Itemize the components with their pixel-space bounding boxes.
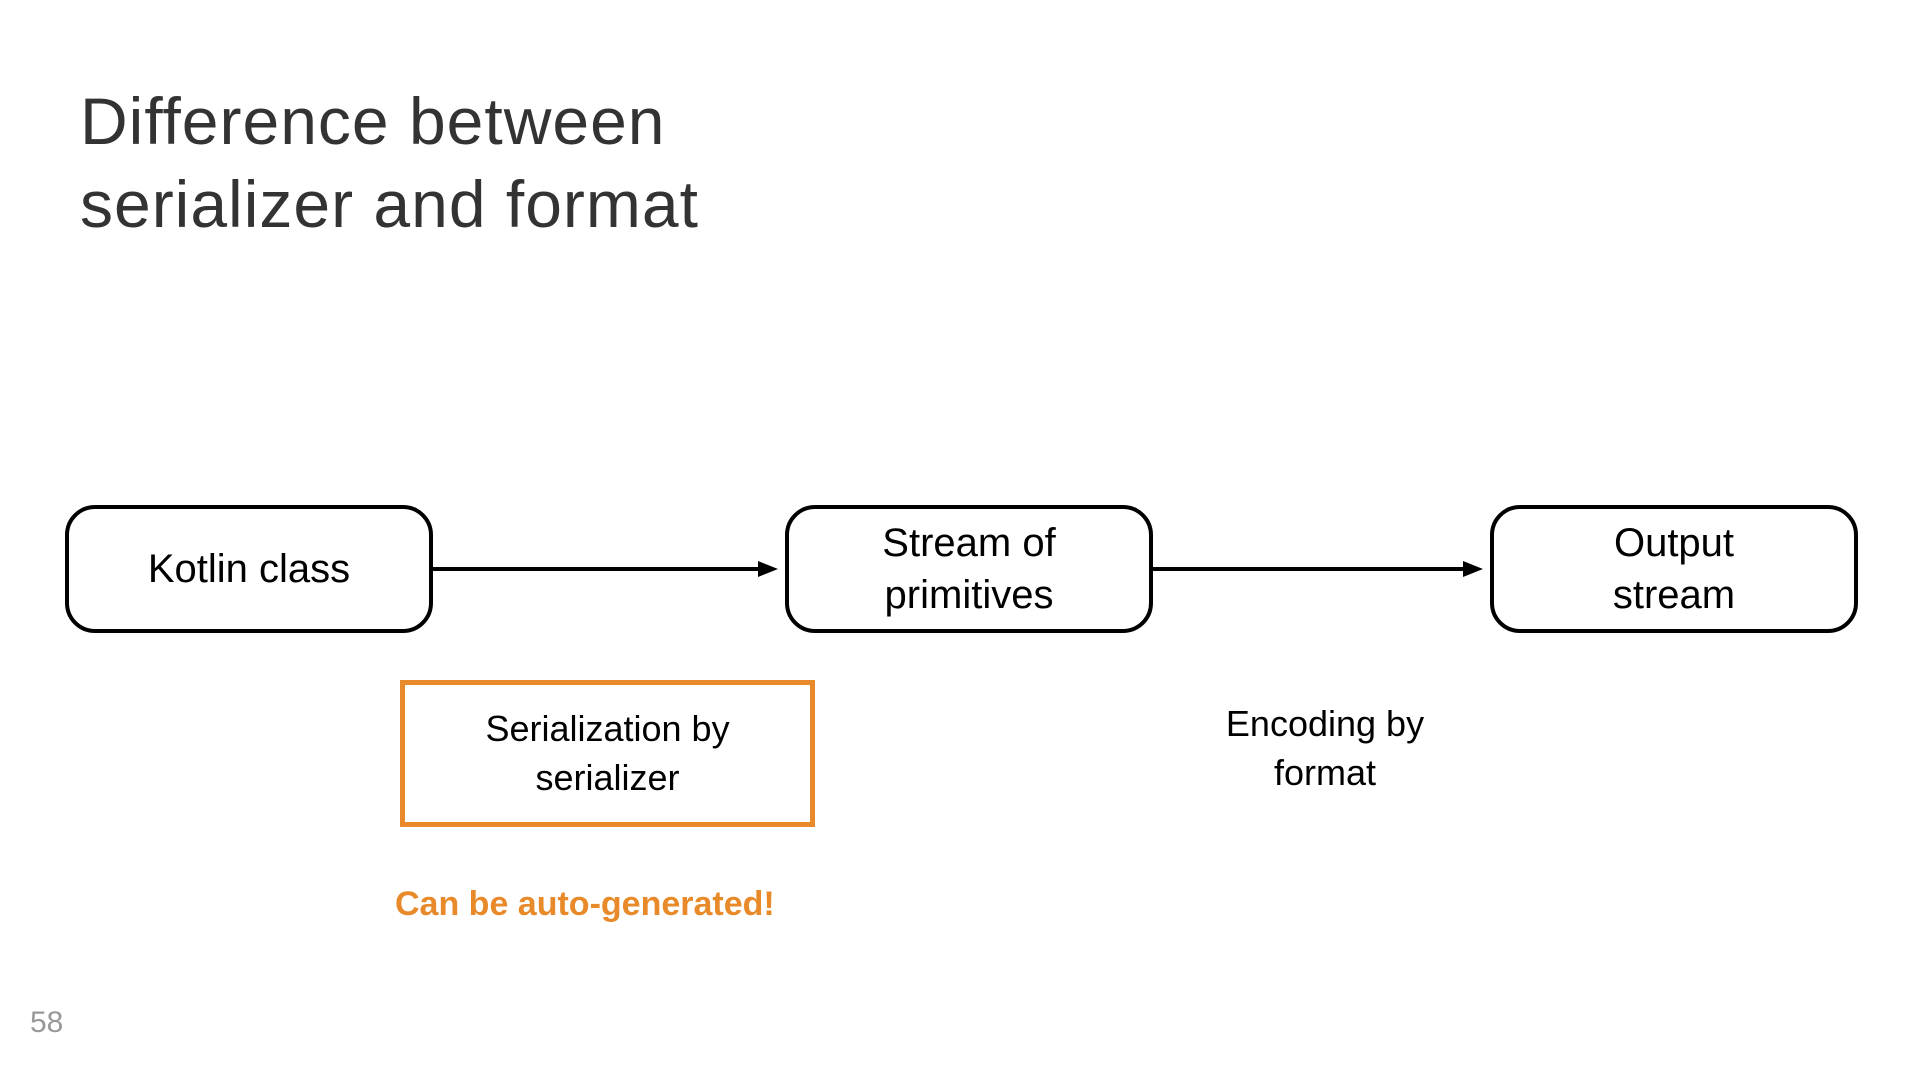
node-label: Stream ofprimitives — [882, 517, 1055, 621]
node-stream-primitives: Stream ofprimitives — [785, 505, 1153, 633]
slide-title: Difference betweenserializer and format — [80, 80, 699, 245]
node-output-stream: Outputstream — [1490, 505, 1858, 633]
arrow-icon — [1153, 559, 1483, 579]
edge-label-text: Serialization byserializer — [485, 708, 729, 798]
callout-auto-generated: Can be auto-generated! — [395, 885, 775, 924]
node-label: Kotlin class — [148, 543, 350, 595]
edge-label-format: Encoding byformat — [1160, 700, 1490, 797]
edge-label-text: Encoding byformat — [1226, 703, 1424, 793]
arrow-icon — [433, 559, 778, 579]
edge-label-serializer: Serialization byserializer — [400, 680, 815, 827]
page-number: 58 — [30, 1006, 63, 1040]
node-kotlin-class: Kotlin class — [65, 505, 433, 633]
node-label: Outputstream — [1613, 517, 1735, 621]
